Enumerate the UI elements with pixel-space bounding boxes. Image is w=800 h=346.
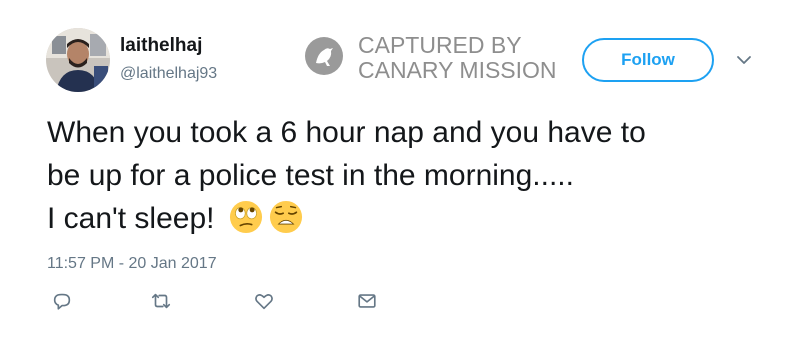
canary-mission-watermark: CAPTURED BY CANARY MISSION bbox=[304, 32, 584, 83]
weary-face-emoji bbox=[269, 200, 302, 234]
tweet-text-line-with-emoji: I can't sleep! bbox=[47, 197, 787, 240]
profile-photo bbox=[46, 28, 110, 92]
avatar[interactable] bbox=[46, 28, 110, 92]
watermark-line-2: CANARY MISSION bbox=[358, 57, 557, 83]
tweet-text-line: be up for a police test in the morning..… bbox=[47, 159, 574, 192]
reply-icon[interactable] bbox=[51, 290, 73, 312]
user-display-name[interactable]: laithelhaj bbox=[120, 35, 202, 57]
chevron-down-icon[interactable] bbox=[736, 54, 752, 66]
watermark-line-1: CAPTURED BY bbox=[358, 32, 522, 58]
follow-button[interactable]: Follow bbox=[582, 38, 714, 82]
face-with-rolling-eyes-emoji bbox=[229, 200, 262, 234]
direct-message-icon[interactable] bbox=[356, 290, 378, 312]
tweet-text: When you took a 6 hour nap and you have … bbox=[47, 111, 787, 240]
like-icon[interactable] bbox=[253, 290, 275, 312]
tweet-timestamp[interactable]: 11:57 PM - 20 Jan 2017 bbox=[47, 255, 217, 273]
retweet-icon[interactable] bbox=[150, 290, 172, 312]
tweet-text-segment: I can't sleep! bbox=[47, 202, 215, 235]
follow-button-label: Follow bbox=[621, 50, 675, 69]
canary-logo-icon bbox=[305, 37, 343, 75]
tweet-text-line: When you took a 6 hour nap and you have … bbox=[47, 116, 646, 149]
user-handle[interactable]: @laithelhaj93 bbox=[120, 65, 217, 83]
